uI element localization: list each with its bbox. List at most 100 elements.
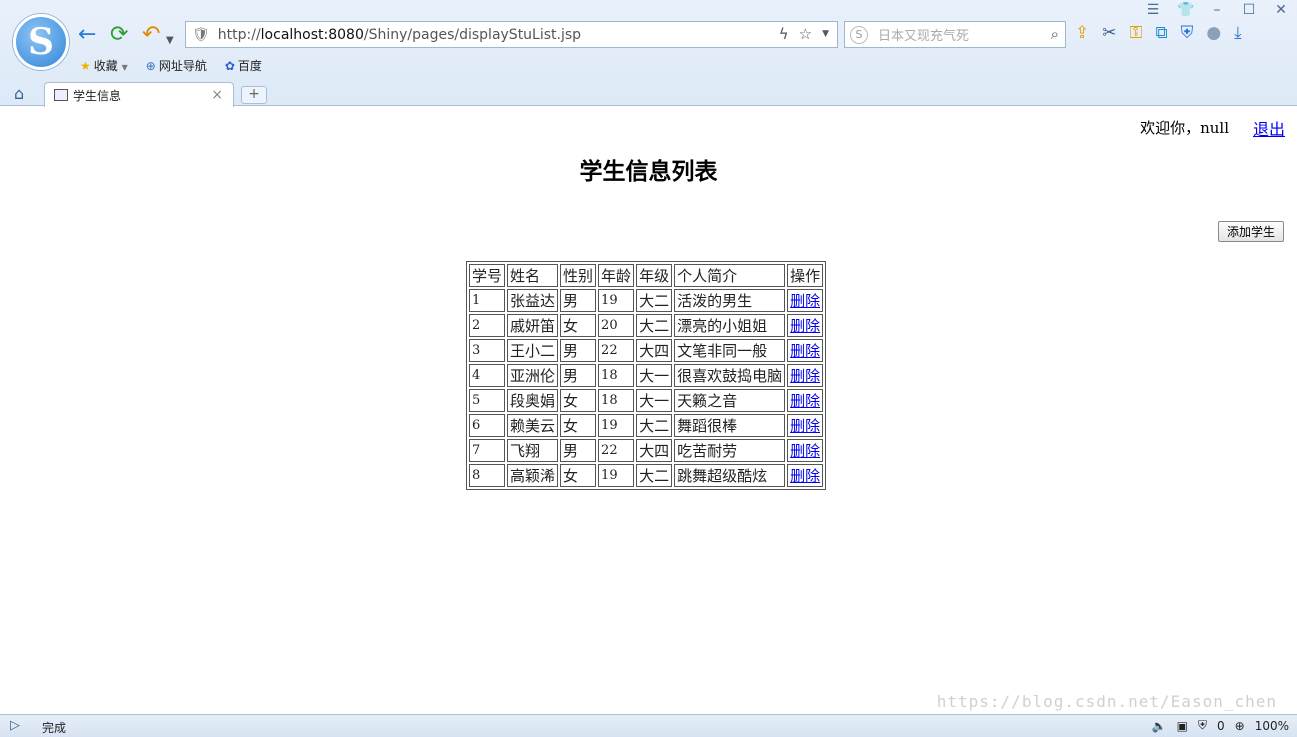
url-path: /Shiny/pages/displayStuList.jsp bbox=[363, 26, 582, 43]
address-bar[interactable]: 🛡 http://localhost:8080/Shiny/pages/disp… bbox=[185, 21, 838, 48]
cell-gender: 女 bbox=[560, 389, 597, 412]
zoom-level[interactable]: 100% bbox=[1255, 719, 1289, 733]
bookmark-bar: ★ 收藏 ▼ ⊕ 网址导航 ✿ 百度 bbox=[80, 57, 262, 74]
page-favicon-icon bbox=[54, 89, 68, 101]
cell-id: 2 bbox=[469, 314, 506, 337]
delete-link[interactable]: 删除 bbox=[790, 317, 820, 335]
paw-icon: ✿ bbox=[224, 59, 235, 73]
close-icon[interactable]: × bbox=[211, 87, 223, 103]
refresh-icon[interactable]: ⟳ bbox=[110, 24, 128, 46]
lightning-icon[interactable]: ϟ bbox=[779, 25, 789, 43]
cell-gender: 男 bbox=[560, 364, 597, 387]
shield-icon[interactable]: ⛨ bbox=[1181, 23, 1194, 43]
cell-age: 22 bbox=[598, 339, 635, 362]
speaker-icon[interactable]: 🔈 bbox=[1152, 719, 1167, 733]
maximize-icon[interactable]: ☐ bbox=[1241, 2, 1257, 18]
cell-intro: 舞蹈很棒 bbox=[674, 414, 786, 437]
table-row: 8 高颖浠女 19 大二 跳舞超级酷炫 删除 bbox=[469, 464, 824, 487]
share-icon[interactable]: ⇪ bbox=[1075, 23, 1089, 43]
delete-link[interactable]: 删除 bbox=[790, 467, 820, 485]
window-icon[interactable]: ▣ bbox=[1177, 719, 1188, 733]
page-content: 欢迎你，null 退出 学生信息列表 添加学生 学号 姓名 性别 年龄 年级 个… bbox=[0, 107, 1297, 714]
cell-intro: 天籁之音 bbox=[674, 389, 786, 412]
cell-gender: 男 bbox=[560, 439, 597, 462]
cell-grade: 大二 bbox=[636, 314, 673, 337]
delete-link[interactable]: 删除 bbox=[790, 292, 820, 310]
download-icon[interactable]: ⤓ bbox=[1234, 23, 1242, 43]
delete-link[interactable]: 删除 bbox=[790, 367, 820, 385]
cell-intro: 文笔非同一般 bbox=[674, 339, 786, 362]
status-text: 完成 bbox=[42, 721, 67, 735]
delete-link[interactable]: 删除 bbox=[790, 442, 820, 460]
menu-icon[interactable]: ☰ bbox=[1145, 2, 1161, 18]
sidebar-toggle-icon[interactable]: ▷ bbox=[10, 718, 20, 733]
star-icon[interactable]: ☆ bbox=[799, 25, 812, 43]
search-input[interactable]: 日本又现充气死 bbox=[878, 25, 969, 44]
undo-icon[interactable]: ↶ bbox=[142, 24, 160, 46]
search-icon[interactable]: ⌕ bbox=[1051, 25, 1059, 43]
table-row: 1 张益达男 19 大二 活泼的男生 删除 bbox=[469, 289, 824, 312]
bookmark-item[interactable]: ⊕ 网址导航 bbox=[146, 57, 207, 74]
cell-age: 19 bbox=[598, 414, 635, 437]
page-title: 学生信息列表 bbox=[579, 158, 718, 185]
delete-link[interactable]: 删除 bbox=[790, 392, 820, 410]
browser-logo: S bbox=[13, 14, 69, 70]
shield-icon[interactable]: ⛨ bbox=[1198, 718, 1207, 733]
chevron-down-icon: ▼ bbox=[121, 63, 128, 72]
column-header: 年龄 bbox=[598, 264, 635, 287]
cell-id: 5 bbox=[469, 389, 506, 412]
home-icon[interactable]: ⌂ bbox=[14, 84, 24, 103]
cell-grade: 大四 bbox=[636, 439, 673, 462]
add-student-button[interactable]: 添加学生 bbox=[1218, 221, 1285, 242]
cell-name: 王小二 bbox=[507, 339, 559, 362]
cell-age: 22 bbox=[598, 439, 635, 462]
cell-action: 删除 bbox=[787, 464, 824, 487]
zoom-icon[interactable]: ⊕ bbox=[1235, 719, 1245, 733]
search-engine-icon[interactable]: S bbox=[850, 25, 868, 44]
cell-action: 删除 bbox=[787, 439, 824, 462]
logout-link[interactable]: 退出 bbox=[1253, 116, 1285, 140]
cell-age: 20 bbox=[598, 314, 635, 337]
cell-action: 删除 bbox=[787, 389, 824, 412]
cell-action: 删除 bbox=[787, 314, 824, 337]
tab-student-info[interactable]: 学生信息 × bbox=[44, 82, 234, 107]
cell-gender: 男 bbox=[560, 339, 597, 362]
table-row: 2 戚妍笛女 20 大二 漂亮的小姐姐 删除 bbox=[469, 314, 824, 337]
key-icon[interactable]: ⚿ bbox=[1130, 23, 1143, 43]
chevron-down-icon[interactable]: ▼ bbox=[166, 30, 174, 52]
close-window-icon[interactable]: ✕ bbox=[1273, 2, 1289, 18]
cell-grade: 大二 bbox=[636, 414, 673, 437]
cell-age: 18 bbox=[598, 389, 635, 412]
url-host: localhost:8080 bbox=[260, 26, 364, 43]
welcome-text: 欢迎你，null bbox=[1140, 119, 1229, 137]
search-box[interactable]: S 日本又现充气死 ⌕ bbox=[844, 21, 1066, 48]
counter-label: 0 bbox=[1216, 718, 1225, 733]
column-header: 性别 bbox=[560, 264, 597, 287]
cell-gender: 女 bbox=[560, 464, 597, 487]
student-table: 学号 姓名 性别 年龄 年级 个人简介 操作 1 张益达男 19 大二 活泼的男生 删除 2… bbox=[466, 261, 827, 490]
delete-link[interactable]: 删除 bbox=[790, 417, 820, 435]
column-header: 年级 bbox=[636, 264, 673, 287]
cell-gender: 女 bbox=[560, 314, 597, 337]
chevron-down-icon[interactable]: ▼ bbox=[822, 29, 829, 43]
delete-link[interactable]: 删除 bbox=[790, 342, 820, 360]
bookmark-item[interactable]: ★ 收藏 ▼ bbox=[80, 57, 128, 74]
more-icon[interactable]: ● bbox=[1206, 23, 1221, 43]
skin-icon[interactable]: 👕 bbox=[1177, 2, 1194, 18]
cell-intro: 跳舞超级酷炫 bbox=[674, 464, 786, 487]
cell-id: 6 bbox=[469, 414, 506, 437]
screenshot-icon[interactable]: ⧉ bbox=[1155, 23, 1167, 43]
watermark: https://blog.csdn.net/Eason_chen bbox=[936, 692, 1277, 711]
back-arrow-icon[interactable]: ← bbox=[78, 24, 96, 46]
table-row: 5 段奥娟女 18 大一 天籁之音 删除 bbox=[469, 389, 824, 412]
table-row: 4 亚洲伦男 18 大一 很喜欢鼓捣电脑 删除 bbox=[469, 364, 824, 387]
cell-name: 张益达 bbox=[507, 289, 559, 312]
cell-intro: 很喜欢鼓捣电脑 bbox=[674, 364, 786, 387]
scissors-icon[interactable]: ✂ bbox=[1102, 23, 1116, 43]
minimize-icon[interactable]: – bbox=[1209, 2, 1225, 18]
cell-id: 1 bbox=[469, 289, 506, 312]
cell-intro: 活泼的男生 bbox=[674, 289, 786, 312]
new-tab-button[interactable]: + bbox=[241, 86, 267, 104]
column-header: 操作 bbox=[787, 264, 824, 287]
bookmark-item[interactable]: ✿ 百度 bbox=[225, 57, 262, 74]
